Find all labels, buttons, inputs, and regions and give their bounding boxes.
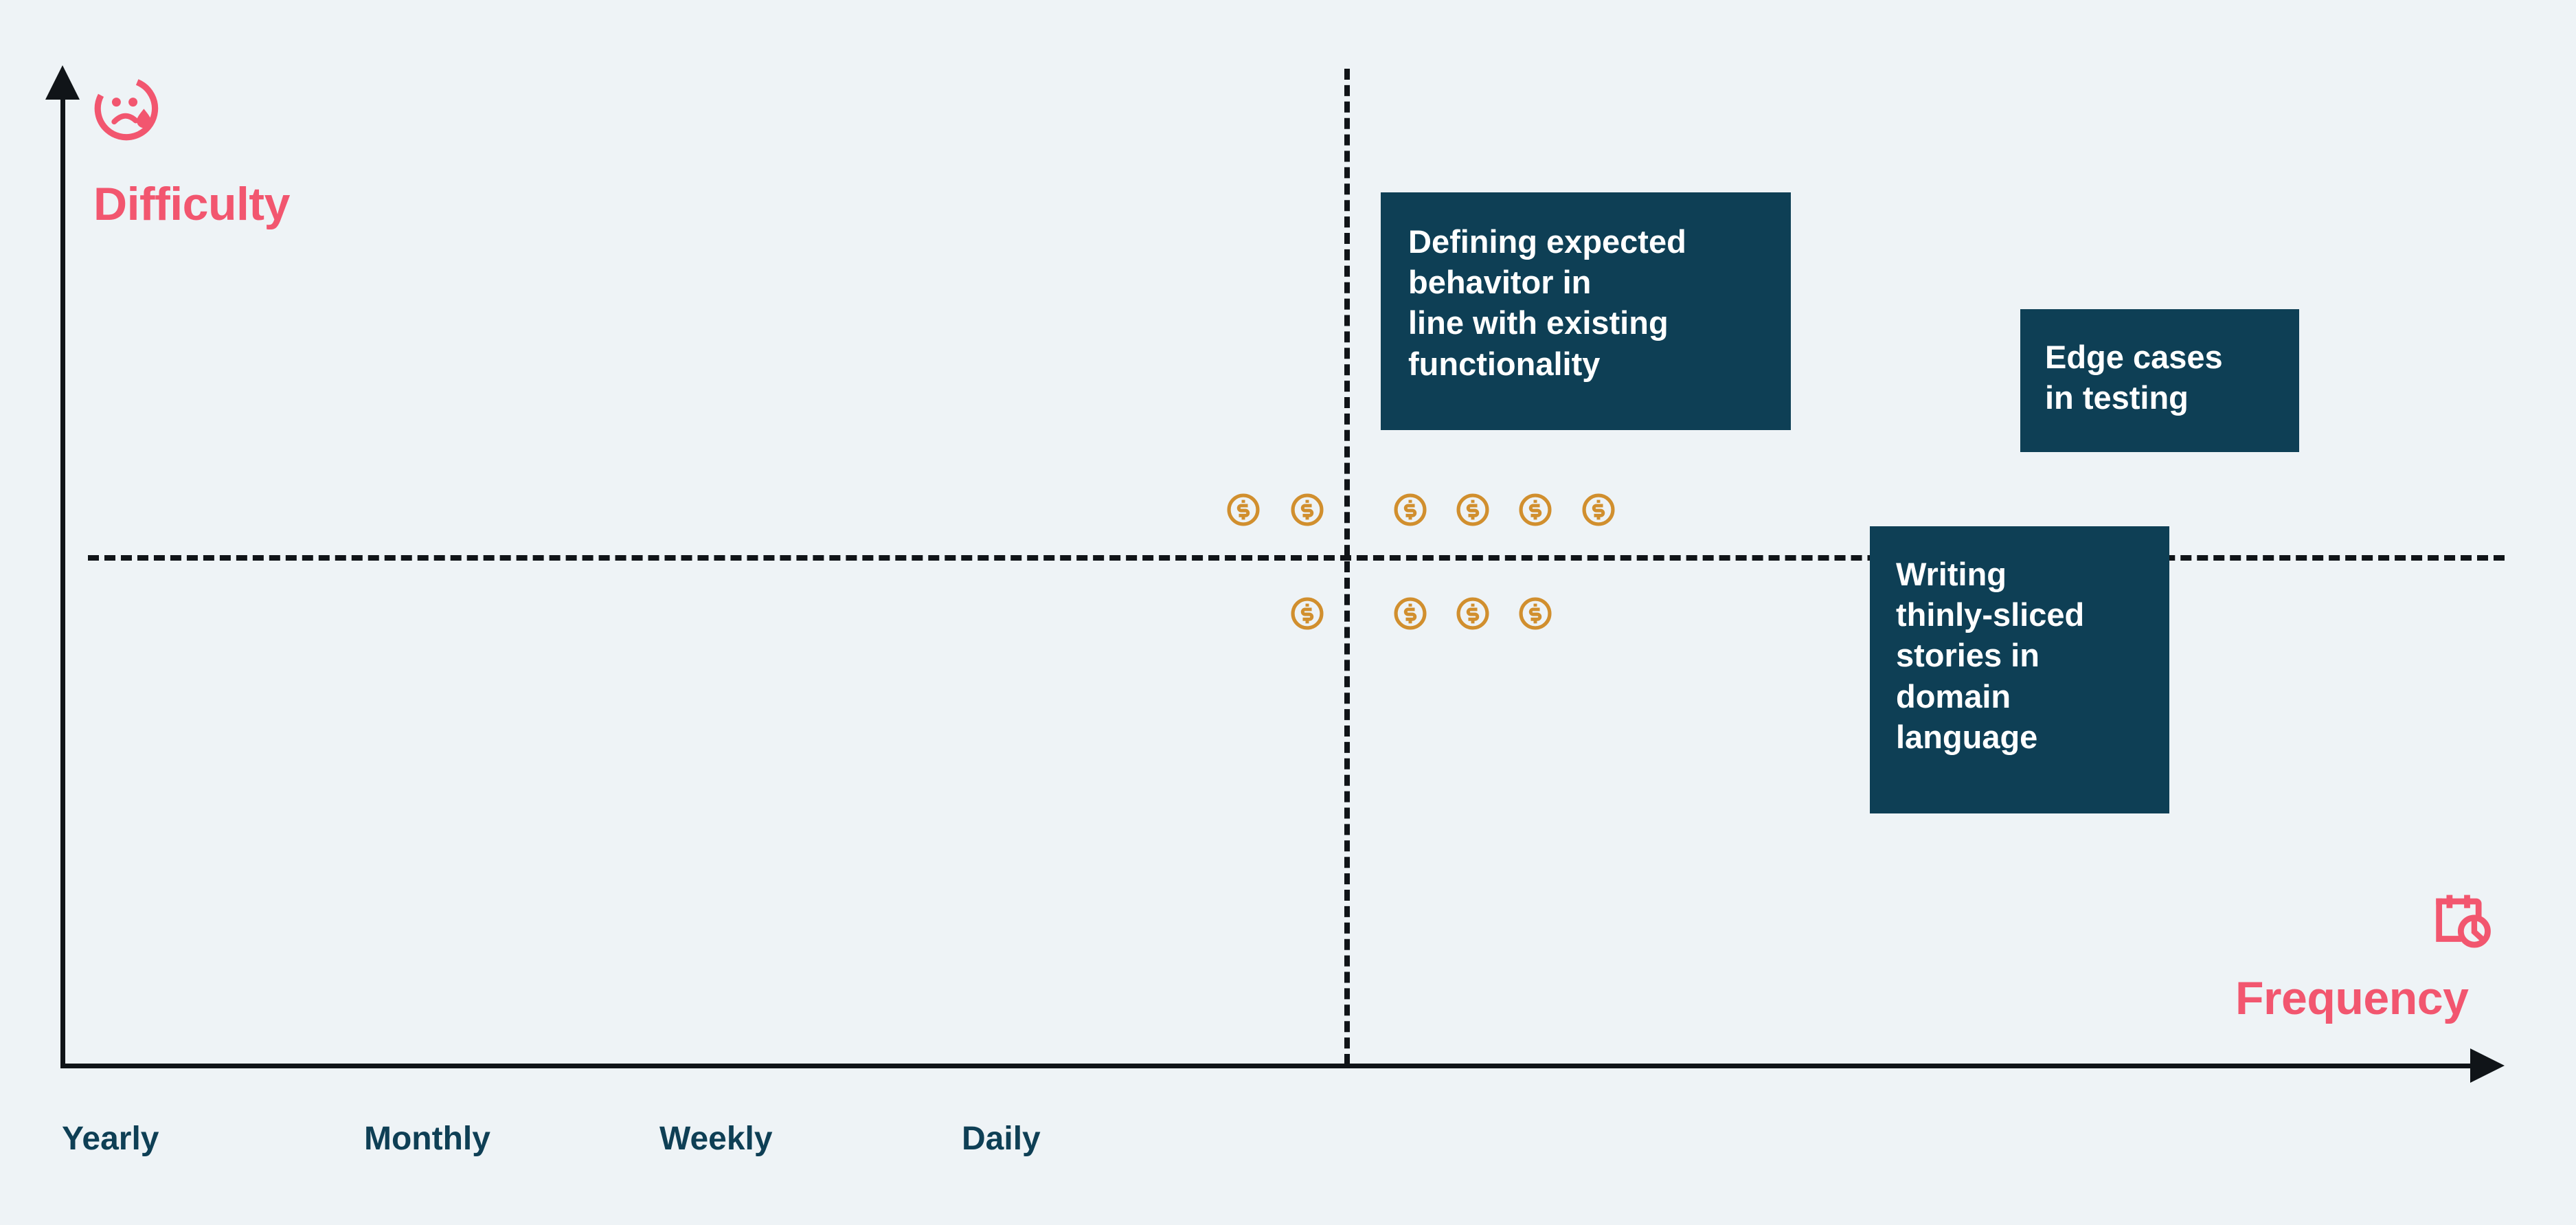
x-tick-label-monthly: Monthly [364, 1121, 490, 1157]
dollar-coin-icon[interactable] [1517, 595, 1554, 632]
x-axis-line [60, 1064, 2477, 1068]
x-axis-arrow-icon [2470, 1048, 2505, 1083]
x-tick-label-yearly: Yearly [62, 1121, 159, 1157]
dollar-coin-icon[interactable] [1454, 595, 1491, 632]
dollar-coin-icon[interactable] [1580, 491, 1617, 528]
calendar-clock-icon [2428, 885, 2496, 957]
y-axis-arrow-icon [45, 65, 80, 100]
dollar-coin-icon[interactable] [1392, 491, 1429, 528]
y-axis-line [60, 81, 65, 1068]
dollar-coin-icon[interactable] [1289, 491, 1326, 528]
x-tick-label-daily: Daily [962, 1121, 1041, 1157]
dollar-coin-icon[interactable] [1517, 491, 1554, 528]
vertical-dashed-divider [1344, 69, 1350, 1065]
note-card-writing-thinly-sliced-stories[interactable]: Writing thinly-sliced stories in domain … [1870, 526, 2169, 813]
x-tick-label-weekly: Weekly [659, 1121, 773, 1157]
dollar-coin-icon[interactable] [1454, 491, 1491, 528]
x-axis-title: Frequency [2235, 972, 2469, 1024]
note-card-defining-expected-behavior[interactable]: Defining expected behavitor in line with… [1381, 192, 1791, 430]
dollar-coin-icon[interactable] [1289, 595, 1326, 632]
quadrant-chart-canvas: Difficulty Frequency Yearly Monthly Week… [0, 0, 2576, 1225]
y-axis-title: Difficulty [93, 178, 290, 230]
note-card-edge-cases-in-testing[interactable]: Edge cases in testing [2020, 309, 2299, 452]
dollar-coin-icon[interactable] [1225, 491, 1262, 528]
dollar-coin-icon[interactable] [1392, 595, 1429, 632]
sad-crying-face-icon [92, 74, 161, 146]
